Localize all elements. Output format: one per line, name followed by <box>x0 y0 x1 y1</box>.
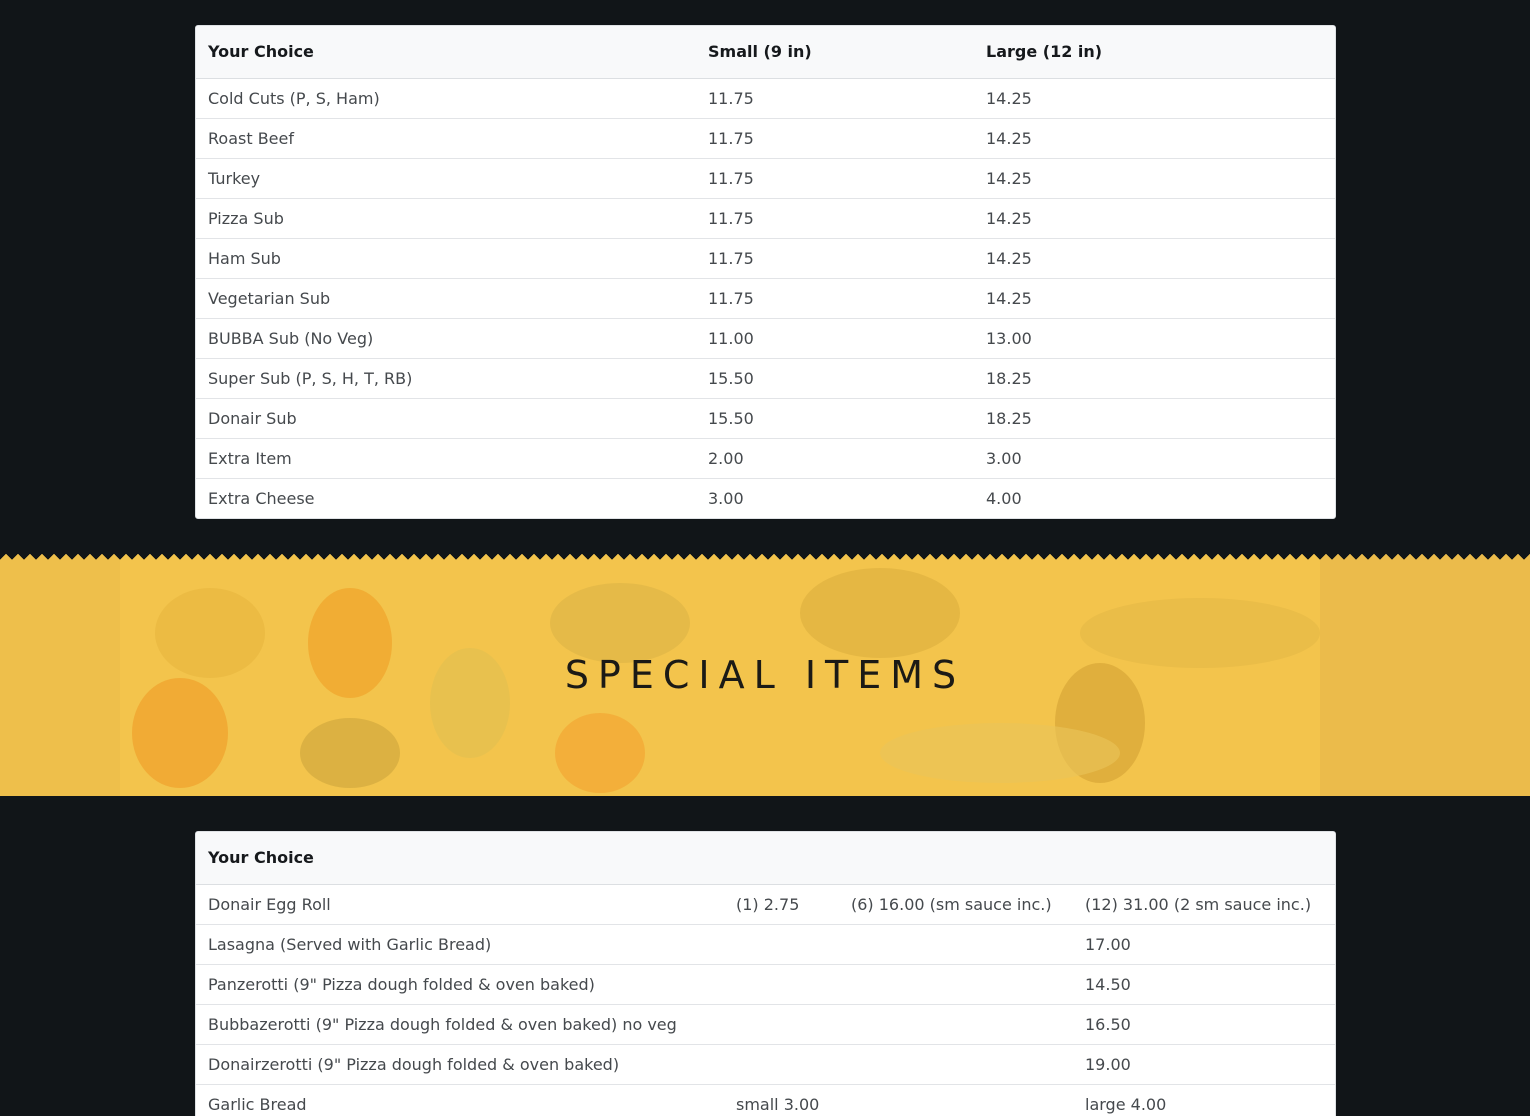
table-row: Super Sub (P, S, H, T, RB) 15.50 18.25 <box>196 357 1335 398</box>
table-row: BUBBA Sub (No Veg) 11.00 13.00 <box>196 317 1335 358</box>
table-header-row: Your Choice <box>196 832 1335 885</box>
table-header-row: Your Choice Small (9 in) Large (12 in) <box>196 26 1335 79</box>
price-cell <box>724 963 839 1004</box>
small-price-cell: 2.00 <box>696 437 974 478</box>
price-cell <box>839 1083 1073 1116</box>
zigzag-edge <box>0 553 1530 562</box>
table-row: Extra Item 2.00 3.00 <box>196 437 1335 478</box>
small-price-cell: 11.75 <box>696 197 974 238</box>
column-header-blank <box>724 832 839 885</box>
item-name-cell: Garlic Bread <box>196 1083 724 1116</box>
item-name-cell: Extra Cheese <box>196 477 696 518</box>
table-row: Panzerotti (9" Pizza dough folded & oven… <box>196 963 1335 1004</box>
item-name-cell: Donair Egg Roll <box>208 894 331 914</box>
item-name-cell: Panzerotti (9" Pizza dough folded & oven… <box>196 963 724 1004</box>
table-row: Donair Sub 15.50 18.25 <box>196 397 1335 438</box>
price-cell: 19.00 <box>1073 1043 1335 1084</box>
price-cell <box>839 1043 1073 1084</box>
price-cell: 14.50 <box>1073 963 1335 1004</box>
price-cell: small 3.00 <box>724 1083 839 1116</box>
small-price-cell: 11.75 <box>708 88 754 108</box>
table-row: Bubbazerotti (9" Pizza dough folded & ov… <box>196 1003 1335 1044</box>
small-price-cell: 15.50 <box>696 397 974 438</box>
price-cell: 17.00 <box>1073 923 1335 964</box>
small-price-cell: 11.75 <box>696 117 974 158</box>
table-row: Ham Sub 11.75 14.25 <box>196 237 1335 278</box>
price-cell <box>839 923 1073 964</box>
item-name-cell: Extra Item <box>196 437 696 478</box>
large-price-cell: 14.25 <box>974 197 1335 238</box>
large-price-cell: 14.25 <box>986 88 1032 108</box>
item-name-cell: Cold Cuts (P, S, Ham) <box>208 88 380 108</box>
item-name-cell: Donairzerotti (9" Pizza dough folded & o… <box>196 1043 724 1084</box>
price-cell <box>724 1043 839 1084</box>
table-row: Donairzerotti (9" Pizza dough folded & o… <box>196 1043 1335 1084</box>
table-row: Donair Egg Roll (1) 2.75 (6) 16.00 (sm sau… <box>196 884 1335 924</box>
price-cell: large 4.00 <box>1073 1083 1335 1116</box>
column-header-choice: Your Choice <box>196 26 696 79</box>
table-row: Extra Cheese 3.00 4.00 <box>196 477 1335 518</box>
price-cell <box>839 1003 1073 1044</box>
item-name-cell: Ham Sub <box>196 237 696 278</box>
large-price-cell: 3.00 <box>974 437 1335 478</box>
item-name-cell: Lasagna (Served with Garlic Bread) <box>196 923 724 964</box>
small-price-cell: 3.00 <box>696 477 974 518</box>
table-row: Garlic Bread small 3.00 large 4.00 <box>196 1083 1335 1116</box>
item-name-cell: Turkey <box>196 157 696 198</box>
small-price-cell: 11.00 <box>696 317 974 358</box>
item-name-cell: Donair Sub <box>196 397 696 438</box>
column-header-blank <box>839 832 1073 885</box>
item-name-cell: BUBBA Sub (No Veg) <box>196 317 696 358</box>
large-price-cell: 18.25 <box>974 357 1335 398</box>
large-price-cell: 13.00 <box>974 317 1335 358</box>
large-price-cell: 4.00 <box>974 477 1335 518</box>
price-cell <box>724 1003 839 1044</box>
price-cell <box>724 923 839 964</box>
small-price-cell: 11.75 <box>696 157 974 198</box>
table-row: Vegetarian Sub 11.75 14.25 <box>196 277 1335 318</box>
large-price-cell: 14.25 <box>974 277 1335 318</box>
subs-price-table: Your Choice Small (9 in) Large (12 in) C… <box>195 25 1336 519</box>
item-name-cell: Roast Beef <box>196 117 696 158</box>
small-price-cell: 11.75 <box>696 277 974 318</box>
large-price-cell: 14.25 <box>974 117 1335 158</box>
special-items-banner: SPECIAL ITEMS <box>0 553 1530 796</box>
table-row: Roast Beef 11.75 14.25 <box>196 117 1335 158</box>
small-price-cell: 11.75 <box>696 237 974 278</box>
column-header-choice: Your Choice <box>196 832 724 885</box>
item-name-cell: Pizza Sub <box>196 197 696 238</box>
large-price-cell: 14.25 <box>974 157 1335 198</box>
item-name-cell: Vegetarian Sub <box>196 277 696 318</box>
item-name-cell: Super Sub (P, S, H, T, RB) <box>196 357 696 398</box>
price-cell: 16.50 <box>1073 1003 1335 1044</box>
price-cell <box>839 963 1073 1004</box>
price-cell: (12) 31.00 (2 sm sauce inc.) <box>1085 894 1312 914</box>
large-price-cell: 14.25 <box>974 237 1335 278</box>
large-price-cell: 18.25 <box>974 397 1335 438</box>
column-header-small: Small (9 in) <box>696 26 974 79</box>
small-price-cell: 15.50 <box>696 357 974 398</box>
table-row: Turkey 11.75 14.25 <box>196 157 1335 198</box>
page: Your Choice Small (9 in) Large (12 in) C… <box>0 0 1530 1116</box>
column-header-large: Large (12 in) <box>974 26 1335 79</box>
table-row: Lasagna (Served with Garlic Bread) 17.00 <box>196 923 1335 964</box>
special-items-table: Your Choice Donair Egg Roll (1) 2.75 (6) 1… <box>195 831 1336 1116</box>
table-row: Cold Cuts (P, S, Ham) 11.75 14.25 <box>196 78 1335 118</box>
section-title: SPECIAL ITEMS <box>564 653 966 697</box>
item-name-cell: Bubbazerotti (9" Pizza dough folded & ov… <box>196 1003 724 1044</box>
price-cell: (1) 2.75 <box>736 894 800 914</box>
column-header-blank <box>1073 832 1335 885</box>
table-row: Pizza Sub 11.75 14.25 <box>196 197 1335 238</box>
price-cell: (6) 16.00 (sm sauce inc.) <box>851 894 1052 914</box>
